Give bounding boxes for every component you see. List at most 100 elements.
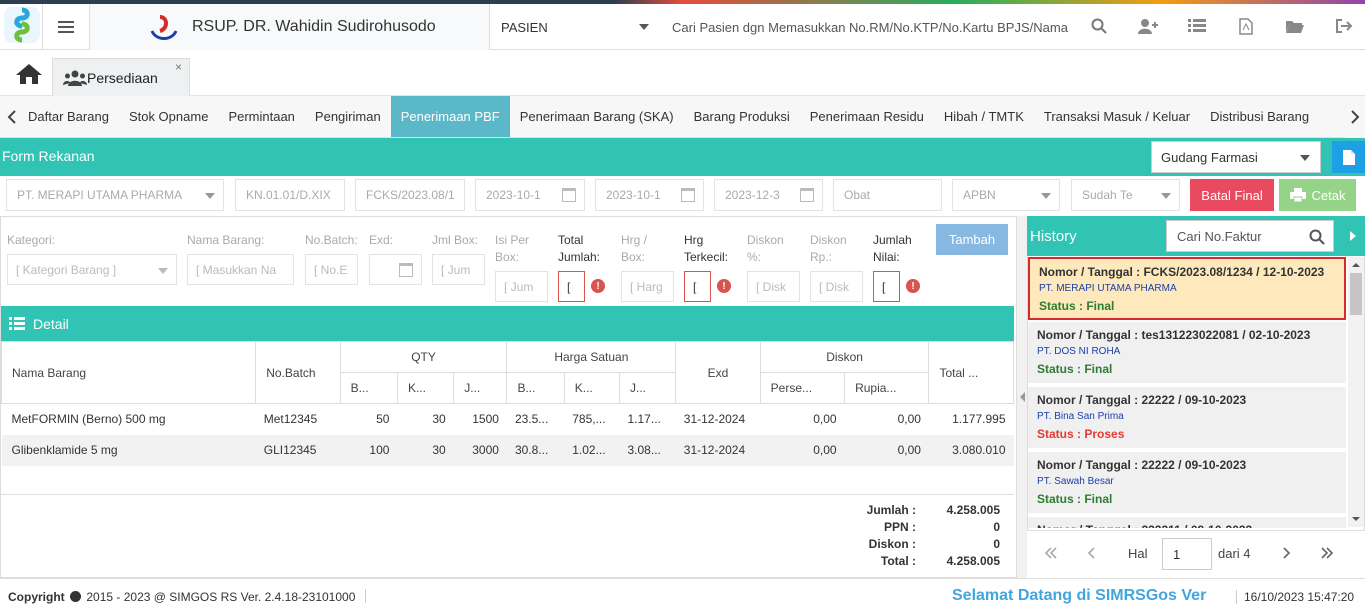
home-icon[interactable] [14,62,44,90]
expand-history-icon[interactable] [1340,220,1365,252]
module-barang-produksi[interactable]: Barang Produksi [684,96,800,137]
history-item[interactable]: Nomor / Tanggal : 222211 / 09-10-2023 [1028,517,1346,530]
jumlah-nilai-input[interactable]: [ [873,271,900,302]
tambah-button[interactable]: Tambah [936,224,1008,255]
harga-terkecil-input[interactable]: [ [684,271,711,302]
kode-field[interactable]: KN.01.01/D.XIX [235,179,345,211]
calendar-icon[interactable] [681,188,695,202]
folder-open-icon[interactable] [1270,19,1319,33]
diskon-rupiah-label: Diskon Rp.: [810,233,847,264]
history-item[interactable]: Nomor / Tanggal : FCKS/2023.08/1234 / 12… [1028,257,1346,320]
jml-box-input[interactable]: [ Jum [432,254,485,285]
panel-splitter[interactable] [1017,216,1027,578]
new-document-button[interactable] [1332,141,1365,173]
nama-barang-input[interactable]: [ Masukkan Na [187,254,294,285]
tab-row [0,51,1365,96]
history-item[interactable]: Nomor / Tanggal : tes131223022081 / 02-1… [1028,322,1346,385]
history-scrollbar[interactable] [1348,257,1364,527]
faktur-field[interactable]: FCKS/2023.08/1 [355,179,465,211]
module-penerimaan-residu[interactable]: Penerimaan Residu [800,96,934,137]
module-pengiriman[interactable]: Pengiriman [305,96,391,137]
last-page-icon[interactable] [1320,546,1334,562]
chevron-left-icon[interactable] [4,109,18,124]
history-item-number: Nomor / Tanggal : 222211 / 09-10-2023 [1037,523,1253,530]
faktur-value: FCKS/2023.08/1 [366,188,455,202]
footer-datetime: 16/10/2023 15:47:20 [1236,590,1354,604]
module-daftar-barang[interactable]: Daftar Barang [18,96,119,137]
tanggal-terima-field[interactable]: 2023-10-1 [595,179,704,211]
gudang-select[interactable]: Gudang Farmasi [1151,141,1321,173]
status-select[interactable]: Sudah Te [1071,179,1180,211]
total-jumlah-input[interactable]: [ [558,271,585,302]
col-qty-jumlah[interactable]: J... [453,372,508,404]
tanggal-jatuh-tempo-field[interactable]: 2023-12-3 [714,179,823,211]
module-permintaan[interactable]: Permintaan [218,96,304,137]
batch-input[interactable]: [ No.E [305,254,358,285]
col-diskon-persen[interactable]: Perse... [759,372,846,404]
diskon-rupiah-input[interactable]: [ Disk [810,271,863,302]
cell-diskon-persen: 0,00 [760,434,845,466]
copyright-text: 2015 - 2023 @ SIMGOS RS Ver. 2.4.18-2310… [86,590,356,604]
isi-box-input[interactable]: [ Jum [495,271,548,302]
col-qty-kecil[interactable]: K... [396,372,455,404]
cetak-button[interactable]: Cetak [1279,179,1356,211]
search-icon[interactable] [1074,18,1123,34]
close-tab-icon[interactable]: × [175,60,182,74]
hamburger-menu-button[interactable] [42,4,90,50]
scroll-down-icon[interactable] [1348,513,1364,525]
jenis-field[interactable]: Obat [833,179,942,211]
printer-icon [1289,188,1306,202]
logout-icon[interactable] [1319,18,1365,34]
sumber-dana-select[interactable]: APBN [952,179,1060,211]
col-harga-box[interactable]: B... [506,372,565,404]
patient-type-select[interactable]: PASIEN [491,4,661,50]
scroll-up-icon[interactable] [1348,259,1364,271]
calendar-icon[interactable] [562,188,576,202]
col-harga-kecil[interactable]: K... [563,372,621,404]
history-item[interactable]: Nomor / Tanggal : 22222 / 09-10-2023 PT.… [1028,387,1346,450]
diskon-value: 0 [993,537,1000,551]
col-diskon-rupiah[interactable]: Rupia... [844,372,930,404]
calendar-icon[interactable] [800,188,814,202]
diskon-persen-input[interactable]: [ Disk [747,271,800,302]
faktur-search-input[interactable]: Cari No.Faktur [1166,220,1334,252]
module-stok-opname[interactable]: Stok Opname [119,96,219,137]
first-page-icon[interactable] [1044,546,1058,562]
module-penerimaan-barang-ska[interactable]: Penerimaan Barang (SKA) [510,96,684,137]
col-nama-barang[interactable]: Nama Barang [0,341,257,404]
patient-search-input[interactable]: Cari Pasien dgn Memasukkan No.RM/No.KTP/… [662,4,1082,50]
copyright-label: Copyright [8,590,65,604]
col-exd[interactable]: Exd [675,341,761,404]
search-icon[interactable] [1309,229,1325,245]
module-distribusi-barang[interactable]: Distribusi Barang [1200,96,1319,137]
rekanan-select[interactable]: PT. MERAPI UTAMA PHARMA [6,179,224,211]
chevron-right-icon[interactable] [1345,96,1365,138]
kategori-select[interactable]: [ Kategori Barang ] [7,254,177,285]
harga-box-input[interactable]: [ Harg [621,271,674,302]
table-row[interactable]: MetFORMIN (Berno) 500 mg Met12345 50 30 … [2,404,1014,435]
history-item-number: Nomor / Tanggal : 22222 / 09-10-2023 [1037,458,1247,472]
module-transaksi-masuk-keluar[interactable]: Transaksi Masuk / Keluar [1034,96,1200,137]
prev-page-icon[interactable] [1087,546,1095,562]
batal-final-button[interactable]: Batal Final [1190,179,1274,211]
add-user-icon[interactable] [1123,18,1172,34]
history-item-status: Status : Final [1039,299,1115,313]
tanggal-faktur-field[interactable]: 2023-10-1 [475,179,585,211]
pdf-file-icon[interactable] [1221,17,1270,35]
calendar-icon[interactable] [399,263,413,277]
history-item[interactable]: Nomor / Tanggal : 22222 / 09-10-2023 PT.… [1028,452,1346,515]
col-qty-box[interactable]: B... [339,372,398,404]
module-penerimaan-pbf[interactable]: Penerimaan PBF [390,96,510,137]
col-no-batch[interactable]: No.Batch [255,341,341,404]
module-hibah-tmtk[interactable]: Hibah / TMTK [934,96,1034,137]
page-number-input[interactable]: 1 [1162,538,1212,570]
scrollbar-thumb[interactable] [1350,273,1362,315]
table-row[interactable]: Glibenklamide 5 mg GLI12345 100 30 3000 … [1,434,1014,466]
col-total[interactable]: Total ... [928,341,1014,404]
col-harga-jumlah[interactable]: J... [618,372,677,404]
batal-final-label: Batal Final [1201,187,1263,203]
tab-persediaan[interactable]: Persediaan [52,58,190,96]
list-icon[interactable] [1172,19,1221,33]
exd-input[interactable] [369,254,422,285]
next-page-icon[interactable] [1283,546,1291,562]
